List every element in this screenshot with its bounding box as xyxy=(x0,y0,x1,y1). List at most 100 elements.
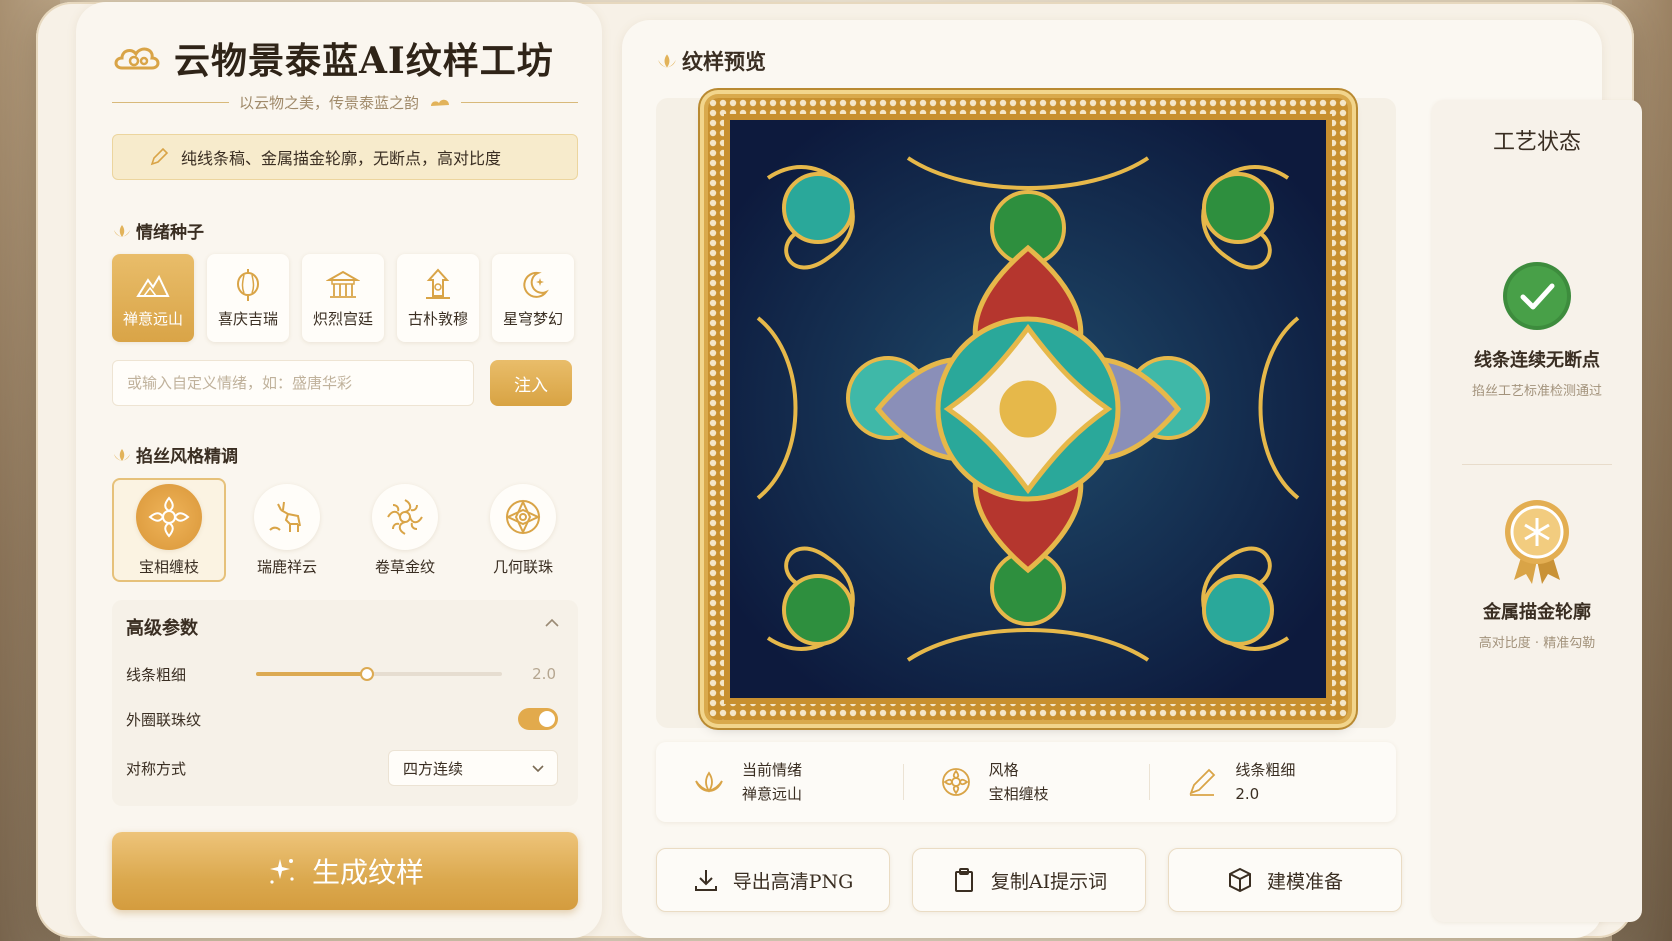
style-section-title: 掐丝风格精调 xyxy=(112,442,238,467)
action-buttons: 导出高清PNG 复制AI提示词 建模准备 xyxy=(656,848,1402,912)
status-gold-outline: 金属描金轮廓 高对比度 · 精准勾勒 xyxy=(1432,498,1642,651)
status-title: 工艺状态 xyxy=(1492,130,1581,155)
emotion-item-label: 炽烈宫廷 xyxy=(312,309,373,328)
symmetry-row: 对称方式 四方连续 xyxy=(126,748,566,788)
emotion-title-label: 情绪种子 xyxy=(136,223,204,243)
export-png-button[interactable]: 导出高清PNG xyxy=(656,848,890,912)
modeling-prep-label: 建模准备 xyxy=(1266,870,1343,893)
chevron-down-icon xyxy=(532,764,544,772)
cloud-ornament-icon xyxy=(431,99,450,106)
advanced-params-panel: 高级参数 线条粗细 2.0 外圈联珠纹 对称方式 四方连续 xyxy=(112,600,578,806)
style-item-geometric[interactable]: 几何联珠 xyxy=(466,478,580,582)
subtitle: 以云物之美，传景泰蓝之韵 xyxy=(239,94,420,112)
info-thickness-value: 2.0 xyxy=(1235,785,1260,803)
style-item-deer[interactable]: 瑞鹿祥云 xyxy=(230,478,344,582)
status-line-continuous: 线条连续无断点 掐丝工艺标准检测通过 xyxy=(1432,260,1642,399)
line-thickness-value: 2.0 xyxy=(532,665,556,683)
ring-pearl-label: 外圈联珠纹 xyxy=(126,710,202,729)
pagoda-icon xyxy=(426,268,450,299)
app-title: 云物景泰蓝AI纹样工坊 xyxy=(174,40,554,82)
slider-fill xyxy=(256,672,367,676)
info-thickness-label: 线条粗细 xyxy=(1235,761,1296,779)
moon-star-icon xyxy=(523,271,549,298)
ring-pearl-toggle[interactable] xyxy=(518,708,558,730)
lotus-outline-icon xyxy=(695,771,723,793)
line-thickness-row: 线条粗细 2.0 xyxy=(126,662,566,686)
download-icon xyxy=(694,870,717,891)
line-thickness-label: 线条粗细 xyxy=(126,665,187,684)
emotion-item-label: 古朴敦穆 xyxy=(407,309,468,328)
status-check-main: 线条连续无断点 xyxy=(1474,350,1600,371)
cube-icon xyxy=(1228,867,1251,893)
emotion-section-title: 情绪种子 xyxy=(112,218,204,243)
advanced-params-title: 高级参数 xyxy=(126,618,198,639)
symmetry-select[interactable]: 四方连续 xyxy=(388,750,558,786)
info-thickness: 线条粗细 2.0 xyxy=(1149,742,1396,822)
emotion-item-label: 喜庆吉瑞 xyxy=(217,309,278,328)
emotion-item-zen-mountain[interactable]: 禅意远山 xyxy=(112,254,194,342)
control-panel: 云物景泰蓝AI纹样工坊 以云物之美，传景泰蓝之韵 纯线条稿、金属描金轮廓，无断点… xyxy=(76,2,602,938)
info-emotion: 当前情绪 禅意远山 xyxy=(656,742,903,822)
emotion-grid: 禅意远山 喜庆吉瑞 炽烈宫廷 古朴敦穆 星穹梦幻 xyxy=(112,254,574,342)
emotion-item-dream[interactable]: 星穹梦幻 xyxy=(492,254,574,342)
emotion-item-ancient[interactable]: 古朴敦穆 xyxy=(397,254,479,342)
style-grid: 宝相缠枝 瑞鹿祥云 卷草金纹 几何联珠 xyxy=(112,478,580,582)
preview-title-label: 纹样预览 xyxy=(682,50,766,74)
toggle-knob xyxy=(539,711,555,727)
status-check-sub: 掐丝工艺标准检测通过 xyxy=(1471,384,1602,399)
style-item-label: 宝相缠枝 xyxy=(138,557,199,576)
prompt-hint-bar: 纯线条稿、金属描金轮廓，无断点，高对比度 xyxy=(112,134,578,180)
cloisonne-pattern-image xyxy=(708,98,1348,720)
subtitle-row: 以云物之美，传景泰蓝之韵 xyxy=(112,92,579,113)
style-item-scroll[interactable]: 卷草金纹 xyxy=(348,478,462,582)
check-circle-icon xyxy=(1503,262,1571,330)
current-info-bar: 当前情绪 禅意远山 风格 宝相缠枝 线条粗细 2.0 xyxy=(656,742,1396,822)
sparkle-icon xyxy=(269,859,294,884)
info-style-label: 风格 xyxy=(988,761,1019,779)
divider-line xyxy=(461,102,579,103)
info-emotion-text: 当前情绪 禅意远山 xyxy=(742,758,802,806)
craft-status-panel: 工艺状态 线条连续无断点 掐丝工艺标准检测通过 金属描金轮廓 高对比度 · 精准… xyxy=(1432,100,1642,922)
lotus-icon xyxy=(658,54,676,68)
flower-medallion-icon xyxy=(941,768,970,796)
divider-line xyxy=(112,102,229,103)
style-item-label: 瑞鹿祥云 xyxy=(256,557,317,576)
line-thickness-slider[interactable] xyxy=(256,667,502,681)
generate-button[interactable]: 生成纹样 xyxy=(112,832,578,910)
palace-icon xyxy=(326,270,360,298)
preview-title: 纹样预览 xyxy=(656,46,766,76)
mountain-icon xyxy=(136,274,170,297)
custom-emotion-input[interactable] xyxy=(112,360,474,406)
copy-prompt-label: 复制AI提示词 xyxy=(990,870,1108,893)
lantern-icon xyxy=(237,268,259,301)
pencil-icon xyxy=(150,147,169,166)
scroll-vine-icon xyxy=(372,483,438,550)
custom-emotion-row: 注入 xyxy=(112,360,572,406)
emotion-item-palace[interactable]: 炽烈宫廷 xyxy=(302,254,384,342)
deer-icon xyxy=(254,483,320,550)
lotus-icon xyxy=(114,448,130,461)
emotion-item-festive[interactable]: 喜庆吉瑞 xyxy=(207,254,289,342)
geometric-pearl-icon xyxy=(490,483,556,550)
modeling-prep-button[interactable]: 建模准备 xyxy=(1168,848,1402,912)
lotus-icon xyxy=(114,224,130,237)
slider-knob[interactable] xyxy=(359,667,374,681)
info-style: 风格 宝相缠枝 xyxy=(902,742,1150,822)
cloud-logo-icon xyxy=(114,47,160,70)
preview-panel: 纹样预览 当前情绪 禅意远山 风格 宝相缠枝 线条粗细 2.0 导出高清PNG … xyxy=(622,20,1642,938)
copy-prompt-button[interactable]: 复制AI提示词 xyxy=(912,848,1146,912)
symmetry-value: 四方连续 xyxy=(403,759,464,778)
clipboard-icon xyxy=(954,868,973,892)
generate-label: 生成纹样 xyxy=(311,856,424,889)
info-style-value: 宝相缠枝 xyxy=(988,785,1049,803)
style-title-label: 掐丝风格精调 xyxy=(136,447,238,467)
inject-button[interactable]: 注入 xyxy=(490,360,572,406)
emotion-item-label: 禅意远山 xyxy=(122,309,183,328)
app-window: 云物景泰蓝AI纹样工坊 以云物之美，传景泰蓝之韵 纯线条稿、金属描金轮廓，无断点… xyxy=(36,2,1642,938)
ring-pearl-row: 外圈联珠纹 xyxy=(126,706,566,732)
export-png-label: 导出高清PNG xyxy=(732,870,854,893)
info-emotion-label: 当前情绪 xyxy=(742,761,803,779)
style-item-baoxiang[interactable]: 宝相缠枝 xyxy=(112,478,226,582)
chevron-up-icon[interactable] xyxy=(544,618,560,628)
status-divider xyxy=(1462,464,1612,465)
